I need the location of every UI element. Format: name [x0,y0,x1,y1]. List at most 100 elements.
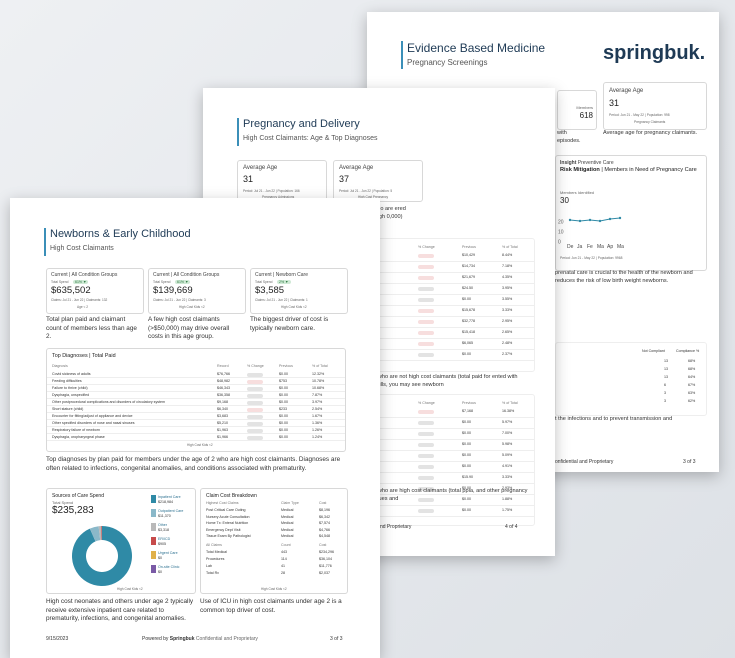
average-age-value: 31 [609,98,620,108]
prenatal-note: prenatal care is crucial to the health o… [555,270,693,284]
change-sparkline [418,352,434,357]
row-divider [354,428,534,429]
change-sparkline [418,341,434,346]
kpi-label: Total Spend [255,280,273,284]
table-cell: $0.00 [462,464,471,468]
page-title: Newborns & Early Childhood [50,228,191,240]
x-tick-label: De [567,244,574,250]
y-tick-label: 0 [558,240,561,246]
table-cell: Procedures [206,557,225,561]
table-cell: $21,679 [462,275,475,279]
line-point [568,218,572,222]
change-sparkline [418,453,434,458]
change-sparkline [247,435,263,440]
table-cell: $7,168 [462,409,473,413]
table-cell: Medical [281,527,294,532]
row-divider [354,283,534,284]
legend-value: $3,318 [158,528,169,532]
page-title: Pregnancy and Delivery [243,118,360,130]
page-subtitle: High Cost Claimants: Age & Top Diagnoses [243,135,378,142]
column-header: Cost [319,501,327,505]
table-cell: 114 [281,557,287,561]
line-point [578,219,582,223]
row-divider [354,505,534,506]
table-cell: $0.00 [462,297,471,301]
legend-name: Other [158,523,167,527]
high-cost-kids-link[interactable]: High Cost Kids <2 [187,443,213,447]
footer-powered: Powered by Springbuk Confidential and Pr… [142,636,258,642]
table-cell: $36,358 [217,393,230,397]
kpi-note-1: Total plan paid and claimant count of me… [46,316,137,341]
table-cell: 5.09% [502,453,513,457]
change-sparkline [247,379,263,384]
change-sparkline [418,308,434,313]
kpi-link[interactable]: Age < 2 [77,305,88,309]
average-age-kpi-card: Average Age 31 Period: Jun 21 - May 22 |… [603,82,707,130]
table-cell: 3.97% [312,400,323,404]
members-identified-line-chart: 20100De Ja Fe Ma Ap Ma [558,216,624,250]
kpi-value: $139,669 [153,285,193,296]
table-cell: 4.91% [502,464,513,468]
table-cell: Lab [206,564,212,568]
column-header: Diagnosis [52,364,68,368]
x-tick-label: Ap [607,244,613,250]
change-sparkline [247,421,263,426]
sources-note: High cost neonates and others under age … [46,598,194,623]
legend-name: Inpatient Care [158,495,181,499]
table-cell: Dysphagia, unspecified [52,393,90,397]
kpi-link[interactable]: High Cost Kids <2 [179,305,205,309]
legend-swatch [151,509,156,517]
table-cell: 6 [664,383,666,387]
table-cell: $6,065 [462,341,473,345]
row-divider [354,327,534,328]
table-cell: 1.75% [502,508,513,512]
line-point [588,218,592,222]
table-cell: 41 [281,564,285,568]
x-tick-label: Ja [577,244,583,250]
row-divider [354,516,534,517]
table-cell: Home Tx: Enteral Nutrition [206,521,249,525]
sources-of-care-card: Sources of Care Spend Total Spend $235,2… [46,488,196,594]
line-point [608,217,612,221]
kpi-badge: 2% ▼ [277,280,291,284]
table-cell: $1,963 [217,428,228,432]
change-sparkline [247,386,263,391]
legend-name: On-site Clinic [158,565,180,569]
table-cell: 10.68% [312,386,325,390]
table-cell: $48,982 [217,379,230,383]
y-tick-label: 20 [558,220,564,226]
row-divider [354,472,534,473]
table-cell: $1,966 [217,435,228,439]
members-identified-value: 30 [560,196,569,205]
legend-swatch [151,495,156,503]
kpi-heading: Current | Newborn Care [255,272,308,278]
column-header: All Claims [206,543,222,547]
column-header: Record [217,364,229,368]
change-sparkline [418,286,434,291]
kpi-link[interactable]: High Cost Kids <2 [281,305,307,309]
legend-value: $11,370 [158,514,171,518]
page-subtitle: Pregnancy Screenings [407,58,488,67]
change-sparkline [418,297,434,302]
table-cell: Covid sickness of adults [52,372,91,376]
table-cell: 7.00% [502,431,513,435]
kpi-meta: Claims: Jul 21 - Jun 22 | Claimants: 132 [51,298,108,302]
table-cell: $0.00 [279,400,288,404]
title-accent [401,41,403,69]
table-cell: 28 [281,571,285,575]
table-row: Feeding difficulties $48,982 $753 10.78% [47,378,345,385]
members-value: 618 [579,111,593,120]
column-header: % of Total [312,364,328,368]
series-line [569,217,621,222]
row-divider [354,261,534,262]
kpi-badge: 61% ▼ [175,280,191,284]
pregnancy-claimants-link[interactable]: Pregnancy Claimants [634,120,665,124]
legend-swatch [151,565,156,573]
table-cell: $0.00 [279,414,288,418]
table-cell: $3,683 [217,414,228,418]
table-cell: 2.48% [502,341,513,345]
change-sparkline [418,475,434,480]
change-sparkline [418,464,434,469]
table-cell: $233 [279,407,287,411]
table-cell: $10,429 [462,253,475,257]
